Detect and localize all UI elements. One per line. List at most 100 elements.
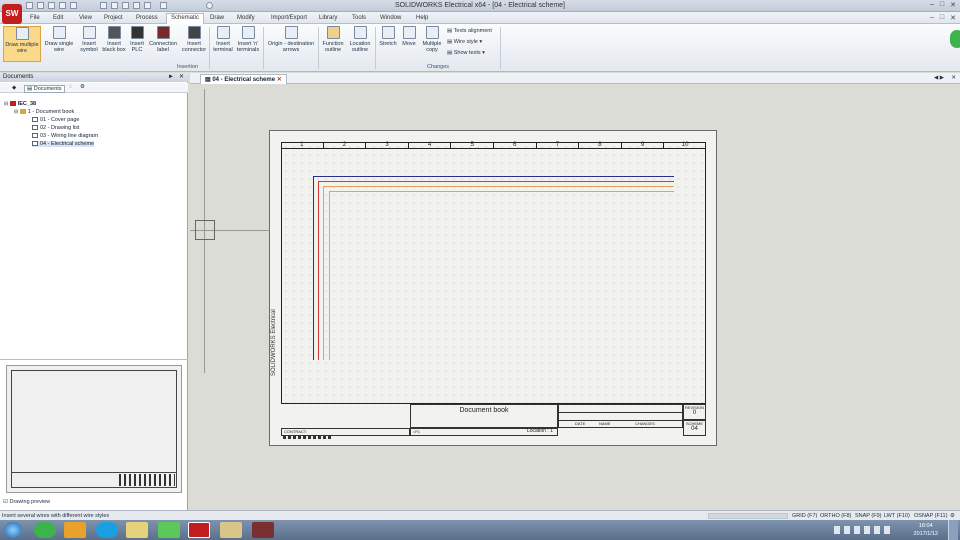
menu-schematic[interactable]: Schematic — [166, 13, 205, 24]
menu-tools[interactable]: Tools — [352, 15, 366, 21]
online-status-icon — [950, 30, 960, 48]
drawing-preview-checkbox[interactable]: ☑ Drawing preview — [3, 499, 50, 505]
menu-help[interactable]: Help — [416, 15, 428, 21]
tab-close-all-icon[interactable]: ✕ — [951, 75, 956, 81]
wire-style-button[interactable]: ▤ Wire style ▾ — [447, 39, 482, 45]
tree-item-drawing-list[interactable]: 02 - Drawing list — [32, 125, 79, 131]
tree-item-wiring-line-diagram[interactable]: 03 - Wiring line diagram — [32, 133, 98, 139]
document-tabs-bar: ◀ ▶ ✕ — [190, 73, 960, 84]
stretch-button[interactable]: Stretch — [377, 26, 399, 47]
documents-panel-header: Documents ✕ ► — [0, 73, 188, 82]
menu-view[interactable]: View — [79, 15, 92, 21]
panel-close-icon[interactable]: ✕ — [179, 73, 184, 82]
doc-minimize-icon[interactable]: – — [930, 14, 934, 22]
favorites-icon[interactable]: ☆ — [68, 84, 73, 90]
insert-symbol-button[interactable]: Insert symbol — [77, 26, 101, 53]
doc-close-icon[interactable]: ✕ — [950, 14, 956, 22]
revision-table: DATE NAME CHANGES — [558, 404, 683, 428]
origin-destination-arrows-button[interactable]: Origin - destination arrows — [265, 26, 317, 53]
clock[interactable]: 18:04 2017/1/12 — [914, 522, 938, 538]
panel-pin-icon[interactable]: ► — [168, 73, 174, 82]
draw-multiple-wire-button[interactable]: Draw multiple wire — [3, 26, 41, 62]
insert-n-terminals-button[interactable]: Insert 'n' terminals — [235, 26, 261, 53]
menu-window[interactable]: Window — [380, 15, 401, 21]
app-icon[interactable] — [252, 522, 274, 538]
column-number: 6 — [494, 142, 537, 148]
menu-project[interactable]: Project — [104, 15, 123, 21]
menu-edit[interactable]: Edit — [53, 15, 63, 21]
page-icon — [32, 117, 38, 123]
insert-terminal-button[interactable]: Insert terminal — [211, 26, 235, 53]
menu-file[interactable]: File — [30, 15, 40, 21]
connection-label-icon — [156, 26, 170, 39]
tray-icons[interactable] — [834, 526, 894, 534]
minimize-icon[interactable]: – — [930, 1, 934, 9]
wechat-icon[interactable] — [158, 522, 180, 538]
multiple-copy-button[interactable]: Multiple copy — [419, 26, 445, 53]
list-icon — [32, 125, 38, 131]
tree-item-document-book[interactable]: ⊟ 1 - Document book — [14, 109, 74, 115]
tree-item-electrical-scheme[interactable]: 04 - Electrical scheme — [32, 141, 95, 147]
solidworks-electrical-taskbar-icon[interactable] — [188, 522, 210, 538]
insert-plc-button[interactable]: Insert PLC — [128, 26, 146, 53]
draw-single-wire-button[interactable]: Draw single wire — [44, 26, 74, 53]
show-desktop-button[interactable] — [948, 520, 958, 540]
doc-restore-icon[interactable]: □ — [940, 14, 944, 22]
app-logo[interactable]: SW — [2, 4, 22, 24]
column-number: 3 — [366, 142, 409, 148]
column-number: 7 — [537, 142, 580, 148]
menu-library[interactable]: Library — [319, 15, 337, 21]
grid-toggle[interactable]: GRID (F7) — [792, 513, 817, 519]
properties-icon[interactable]: ◆ — [12, 85, 16, 91]
show-texts-button[interactable]: ▤ Show texts ▾ — [447, 50, 485, 56]
single-wire-icon — [52, 26, 66, 39]
multi-wire-icon — [15, 27, 29, 40]
progress-bar — [708, 513, 788, 519]
column-number: 4 — [409, 142, 452, 148]
connection-label-button[interactable]: Connection label — [147, 26, 179, 53]
function-outline-button[interactable]: Function outline — [320, 26, 346, 53]
menu-draw[interactable]: Draw — [210, 15, 224, 21]
tree-item-project[interactable]: ⊟ IEC_38 — [4, 101, 36, 107]
documents-view-button[interactable]: ▤ Documents — [24, 85, 65, 93]
status-settings-icon[interactable]: ⚙ — [950, 513, 955, 519]
browser-icon[interactable] — [34, 522, 56, 538]
insert-black-box-button[interactable]: Insert black box — [101, 26, 127, 53]
insert-connector-button[interactable]: Insert connector — [180, 26, 208, 53]
location-outline-button[interactable]: Location outline — [346, 26, 374, 53]
start-button[interactable] — [4, 522, 22, 538]
folder-icon[interactable] — [64, 522, 86, 538]
texts-alignment-button[interactable]: ▤ Texts alignment — [447, 28, 492, 34]
tab-scroll-left-icon[interactable]: ◀ ▶ — [934, 75, 944, 81]
wire-neutral[interactable] — [329, 191, 674, 360]
changes-group-label: Changes — [426, 64, 450, 70]
notes-icon[interactable] — [126, 522, 148, 538]
ortho-toggle[interactable]: ORTHO (F8) — [820, 513, 851, 519]
insertion-group-label: Insertion — [176, 64, 199, 70]
snap-toggle[interactable]: SNAP (F9) — [855, 513, 882, 519]
title-block-location: Location : 1 — [527, 428, 553, 434]
black-box-icon — [107, 26, 121, 39]
stretch-icon — [381, 26, 395, 39]
explorer-icon[interactable] — [220, 522, 242, 538]
maximize-icon[interactable]: □ — [940, 1, 944, 9]
tree-item-cover-page[interactable]: 01 - Cover page — [32, 117, 79, 123]
skype-icon[interactable] — [96, 522, 118, 538]
tab-electrical-scheme[interactable]: ▤ 04 - Electrical scheme ✕ — [200, 74, 287, 84]
column-number: 5 — [451, 142, 494, 148]
lwt-toggle[interactable]: LWT (F10) — [884, 513, 910, 519]
settings-icon[interactable]: ⚙ — [80, 84, 85, 90]
move-button[interactable]: Move — [400, 26, 418, 47]
menu-modify[interactable]: Modify — [237, 15, 255, 21]
n-terminals-icon — [241, 26, 255, 39]
scheme-cell: SCHEME 04 — [683, 420, 706, 436]
window-title: SOLIDWORKS Electrical x64 - [04 - Electr… — [395, 2, 565, 9]
panel-divider — [0, 359, 188, 360]
tab-close-icon[interactable]: ✕ — [277, 77, 282, 83]
move-icon — [402, 26, 416, 39]
documents-toolbar: ◆ ▤ Documents ☆ ⚙ — [0, 83, 188, 93]
menu-import-export[interactable]: Import/Export — [271, 15, 307, 21]
menu-process[interactable]: Process — [136, 15, 158, 21]
osnap-toggle[interactable]: OSNAP (F11) — [914, 513, 947, 519]
close-icon[interactable]: ✕ — [950, 1, 956, 9]
